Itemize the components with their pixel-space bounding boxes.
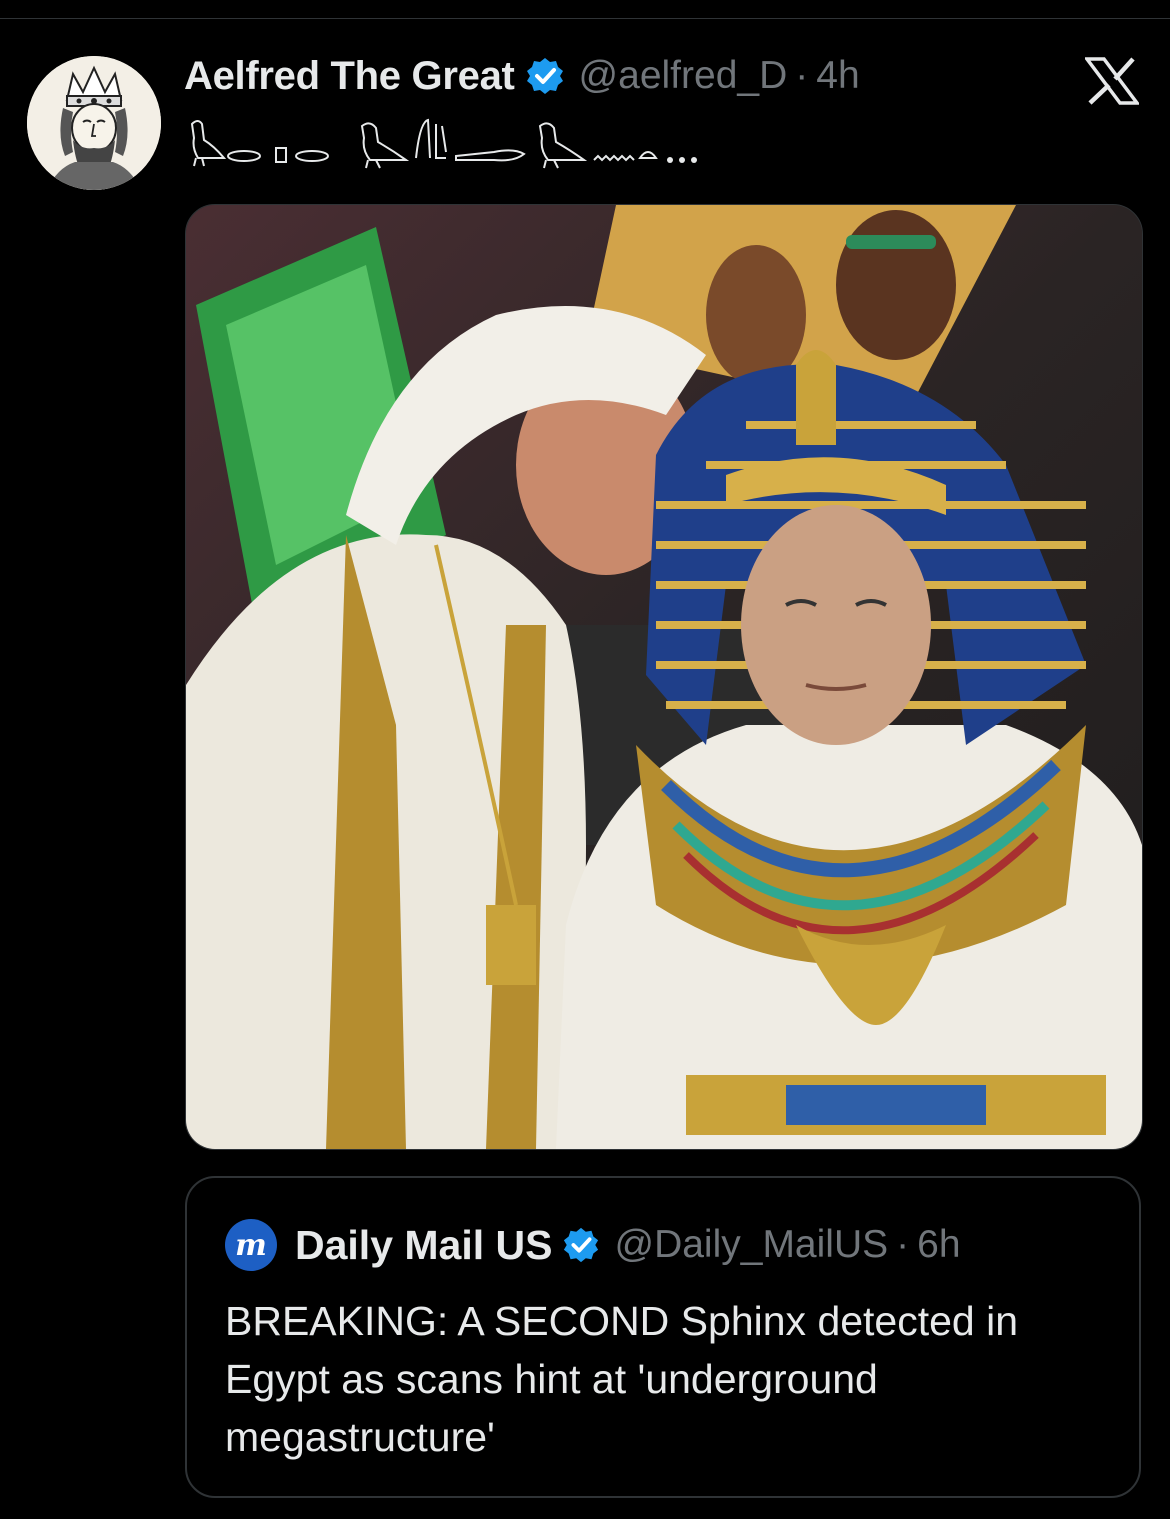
verified-badge-icon: [564, 1227, 599, 1263]
quoted-tweet-card[interactable]: m Daily Mail US @Daily_MailUS · 6h BREAK…: [185, 1176, 1141, 1498]
daily-mail-logo-icon: m: [235, 1227, 267, 1263]
quoted-author-avatar[interactable]: m: [225, 1219, 277, 1271]
tweet-timestamp[interactable]: 4h: [816, 54, 859, 98]
verified-badge-icon: [526, 58, 563, 94]
king-portrait-icon: [27, 56, 161, 190]
tweet-header: Aelfred The Great @aelfred_D · 4h: [184, 52, 860, 100]
author-display-name[interactable]: Aelfred The Great: [184, 54, 515, 99]
quoted-tweet-timestamp[interactable]: 6h: [917, 1223, 960, 1267]
x-logo-icon[interactable]: [1085, 57, 1139, 105]
author-handle[interactable]: @aelfred_D: [579, 54, 788, 98]
pharaoh-costume-photo: [186, 205, 1142, 1149]
quoted-author-display-name[interactable]: Daily Mail US: [295, 1222, 552, 1269]
author-avatar[interactable]: [27, 56, 161, 190]
tweet-body-text: [184, 112, 714, 172]
quoted-tweet-text: BREAKING: A SECOND Sphinx detected in Eg…: [225, 1298, 1019, 1460]
hieroglyph-text-icon: [190, 118, 697, 169]
quoted-tweet-header: m Daily Mail US @Daily_MailUS · 6h: [225, 1219, 961, 1271]
tweet: Aelfred The Great @aelfred_D · 4h m Dail…: [0, 0, 1170, 1519]
quoted-author-handle[interactable]: @Daily_MailUS: [614, 1223, 888, 1267]
separator-dot: ·: [896, 1223, 910, 1266]
separator-dot: ·: [795, 54, 809, 97]
tweet-media-photo[interactable]: [185, 204, 1143, 1150]
